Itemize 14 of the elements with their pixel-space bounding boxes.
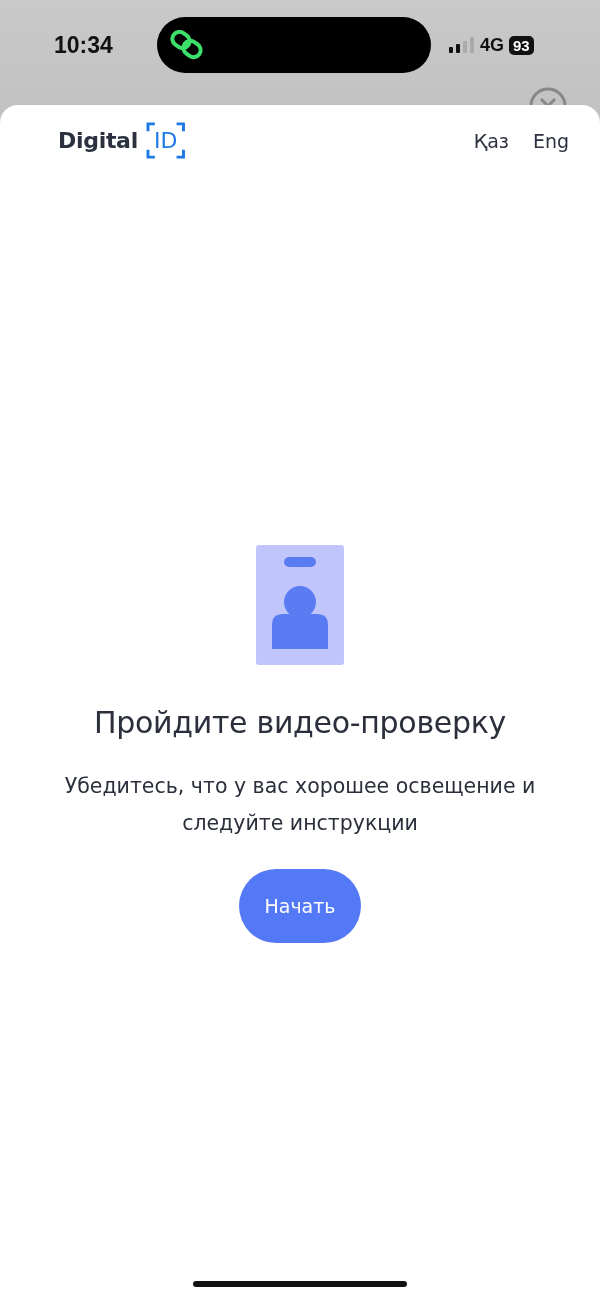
status-time: 10:34 bbox=[54, 31, 114, 59]
page-title: Пройдите видео-проверку bbox=[94, 705, 506, 740]
network-label: 4G bbox=[480, 34, 504, 56]
link-icon bbox=[169, 30, 205, 60]
start-button[interactable]: Начать bbox=[239, 869, 361, 943]
corner-brackets-icon bbox=[145, 122, 186, 159]
logo-badge-text: ID bbox=[153, 128, 178, 153]
language-link[interactable]: Қаз bbox=[473, 129, 509, 152]
language-link[interactable]: Eng bbox=[532, 129, 569, 152]
logo-text: Digital bbox=[58, 128, 138, 153]
battery-level: 93 bbox=[509, 35, 534, 55]
id-card-icon bbox=[256, 545, 344, 665]
instruction-text: Убедитесь, что у вас хорошее освещение и следуйте инструкции bbox=[63, 773, 537, 837]
signal-icon bbox=[449, 37, 475, 53]
